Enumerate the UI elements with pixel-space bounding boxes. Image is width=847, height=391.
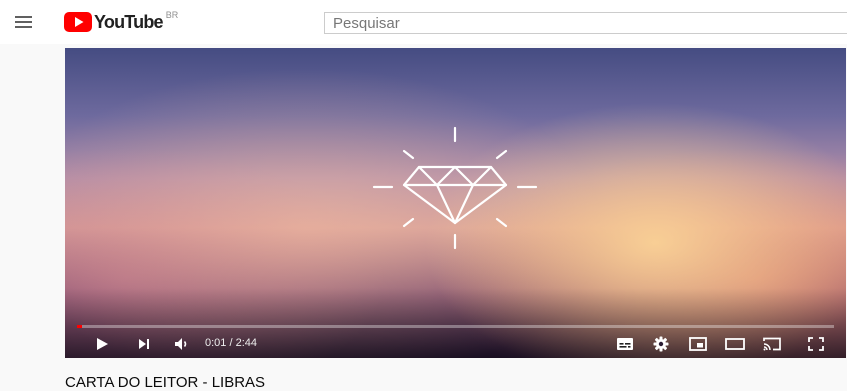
fullscreen-icon [808,336,824,351]
progress-fill [77,325,82,328]
subtitles-icon [617,337,633,350]
youtube-logo[interactable]: YouTube BR [64,10,179,33]
play-icon [97,337,108,350]
fullscreen-button[interactable] [803,329,829,358]
next-button[interactable] [131,329,157,358]
logo-text: YouTube [94,11,164,32]
settings-icon [653,336,669,351]
video-title: CARTA DO LEITOR - LIBRAS [65,374,266,391]
youtube-logo-icon [64,12,92,32]
top-bar: YouTube BR [0,0,847,44]
miniplayer-button[interactable] [685,329,711,358]
volume-icon [175,337,187,350]
theater-mode-icon [725,337,745,350]
time-display: 0:01 / 2:44 [205,337,257,349]
play-button[interactable] [87,329,117,358]
player-controls: 0:01 / 2:44 [65,329,846,358]
search-input[interactable] [324,12,847,34]
country-code: BR [165,10,179,20]
subtitles-button[interactable] [613,329,637,358]
video-player[interactable]: 0:01 / 2:44 [65,48,846,358]
cast-icon [763,337,781,350]
miniplayer-icon [689,336,707,351]
settings-button[interactable] [649,329,673,358]
cast-button[interactable] [759,329,785,358]
theater-mode-button[interactable] [722,329,748,358]
next-icon [138,338,149,349]
menu-icon[interactable] [13,13,35,31]
progress-bar[interactable] [77,325,834,328]
volume-button[interactable] [169,329,195,358]
